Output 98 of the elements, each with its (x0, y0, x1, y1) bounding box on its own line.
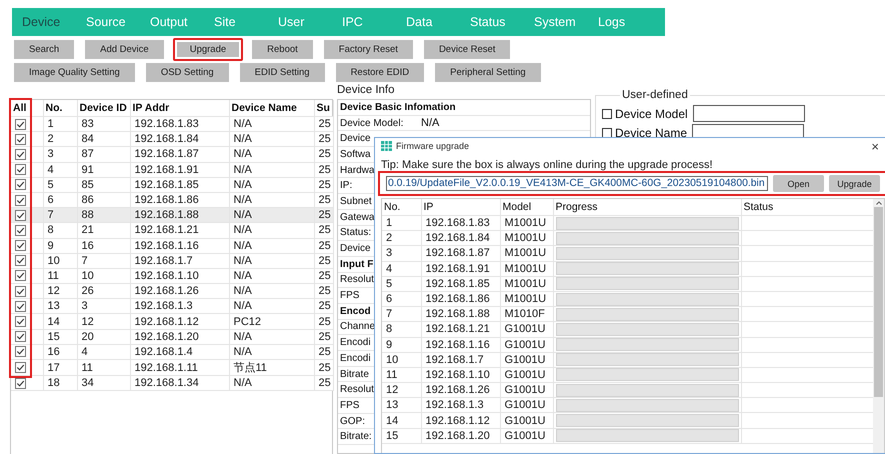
table-cell: 192.168.1.7 (421, 352, 500, 368)
table-cell: 8 (43, 222, 77, 238)
section-heading: Encod (340, 306, 371, 317)
table-cell: 192.168.1.7 (130, 253, 229, 268)
table-cell: 192.168.1.21 (130, 222, 229, 238)
table-cell: 25 (314, 253, 333, 268)
field-label: Encodi (340, 352, 371, 364)
table-cell: 3 (382, 246, 421, 262)
field-label: FPS (340, 400, 360, 411)
field-label: Hardwa (340, 164, 374, 176)
table-cell: 18 (43, 376, 77, 391)
table-cell: 14 (382, 412, 421, 428)
table-cell: 10 (43, 253, 77, 268)
table-cell: 15 (382, 428, 421, 444)
table-cell: 192.168.1.87 (130, 146, 229, 162)
table-cell: G1001U (500, 412, 553, 428)
table-cell: 192.168.1.91 (130, 162, 229, 178)
table-cell: 25 (314, 329, 333, 344)
field-label: Resolut (340, 274, 374, 286)
table-cell: 87 (77, 146, 130, 162)
table-cell: 3 (43, 146, 77, 162)
table-cell: 192.168.1.87 (421, 246, 500, 262)
field-label: Resolut (340, 384, 374, 396)
table-cell: 192.168.1.85 (130, 177, 229, 192)
table-cell: N/A (229, 329, 314, 344)
table-cell: 25 (314, 222, 333, 238)
table-cell: 192.168.1.16 (421, 337, 500, 352)
section-heading: Device Basic Infomation (340, 102, 456, 113)
table-cell: 4 (382, 261, 421, 276)
panel-title: Device Info (337, 84, 396, 98)
table-cell: 20 (77, 329, 130, 344)
table-cell: 192.168.1.12 (130, 314, 229, 330)
table-cell: 15 (43, 329, 77, 344)
field-label: Status: (340, 227, 372, 238)
table-cell: 192.168.1.20 (130, 329, 229, 344)
table-cell: 4 (43, 162, 77, 178)
table-cell: 25 (314, 146, 333, 162)
table-cell: 192.168.1.34 (130, 376, 229, 391)
field-label: Gatewa (340, 212, 374, 223)
table-cell: 9 (382, 337, 421, 352)
field-label: Encodi (340, 337, 371, 348)
table-cell: 7 (77, 253, 130, 268)
tip-text: Tip: Make sure the box is always online during the upgrade process! (380, 158, 714, 171)
table-cell: 192.168.1.12 (421, 412, 500, 428)
field-label: Subnet (340, 196, 372, 207)
dialog-title: Firmware upgrade (396, 141, 470, 151)
table-cell: 16 (77, 238, 130, 254)
field-label: Device (340, 133, 371, 144)
table-cell: 192.168.1.20 (421, 428, 500, 444)
table-cell: 25 (314, 177, 333, 192)
table-cell: M1001U (500, 246, 553, 262)
table-cell: M1001U (500, 261, 553, 276)
table-cell: N/A (229, 253, 314, 268)
field-label: IP: (340, 180, 352, 192)
table-cell: PC12 (229, 314, 314, 330)
table-cell: N/A (229, 177, 314, 192)
table-cell: 192.168.1.91 (421, 261, 500, 276)
table-cell: 5 (382, 276, 421, 292)
table-cell: 91 (77, 162, 130, 178)
field-label: Channe (340, 321, 376, 332)
table-cell: 25 (314, 238, 333, 254)
field-label: FPS (340, 290, 360, 302)
table-cell: 192.168.1.16 (130, 238, 229, 254)
field-label: Bitrate: (340, 431, 372, 442)
table-cell: 25 (314, 162, 333, 178)
section-heading: Input F (340, 258, 374, 270)
table-cell: N/A (229, 162, 314, 178)
group-title: User-defined (621, 89, 689, 101)
table-cell: 8 (382, 322, 421, 337)
field-label: Device Name (615, 126, 688, 140)
field-label: Device (340, 243, 371, 254)
table-cell: 85 (77, 177, 130, 192)
table-cell: 12 (77, 314, 130, 330)
table-cell: G1001U (500, 322, 553, 337)
table-cell: 10 (382, 352, 421, 368)
table-cell: G1001U (500, 337, 553, 352)
table-cell: N/A (229, 238, 314, 254)
table-cell: 14 (43, 314, 77, 330)
table-cell: M1001U (500, 276, 553, 292)
table-cell: G1001U (500, 428, 553, 444)
field-label: Device Model: (340, 118, 404, 129)
table-cell: N/A (229, 146, 314, 162)
table-cell: N/A (229, 222, 314, 238)
table-cell: 25 (314, 314, 333, 330)
table-cell: 25 (314, 376, 333, 391)
table-cell: 192.168.1.21 (421, 322, 500, 337)
table-cell: G1001U (500, 352, 553, 368)
table-cell: 5 (43, 177, 77, 192)
field-label: Bitrate (340, 368, 369, 380)
table-cell: 21 (77, 222, 130, 238)
field-label: Device Model (615, 106, 688, 120)
field-value: N/A (420, 117, 440, 130)
field-label: Softwa (340, 148, 371, 160)
table-cell: 192.168.1.85 (421, 276, 500, 292)
table-cell: 34 (77, 376, 130, 391)
table-cell: 9 (43, 238, 77, 254)
table-cell: N/A (229, 376, 314, 391)
field-label: GOP: (340, 416, 366, 427)
